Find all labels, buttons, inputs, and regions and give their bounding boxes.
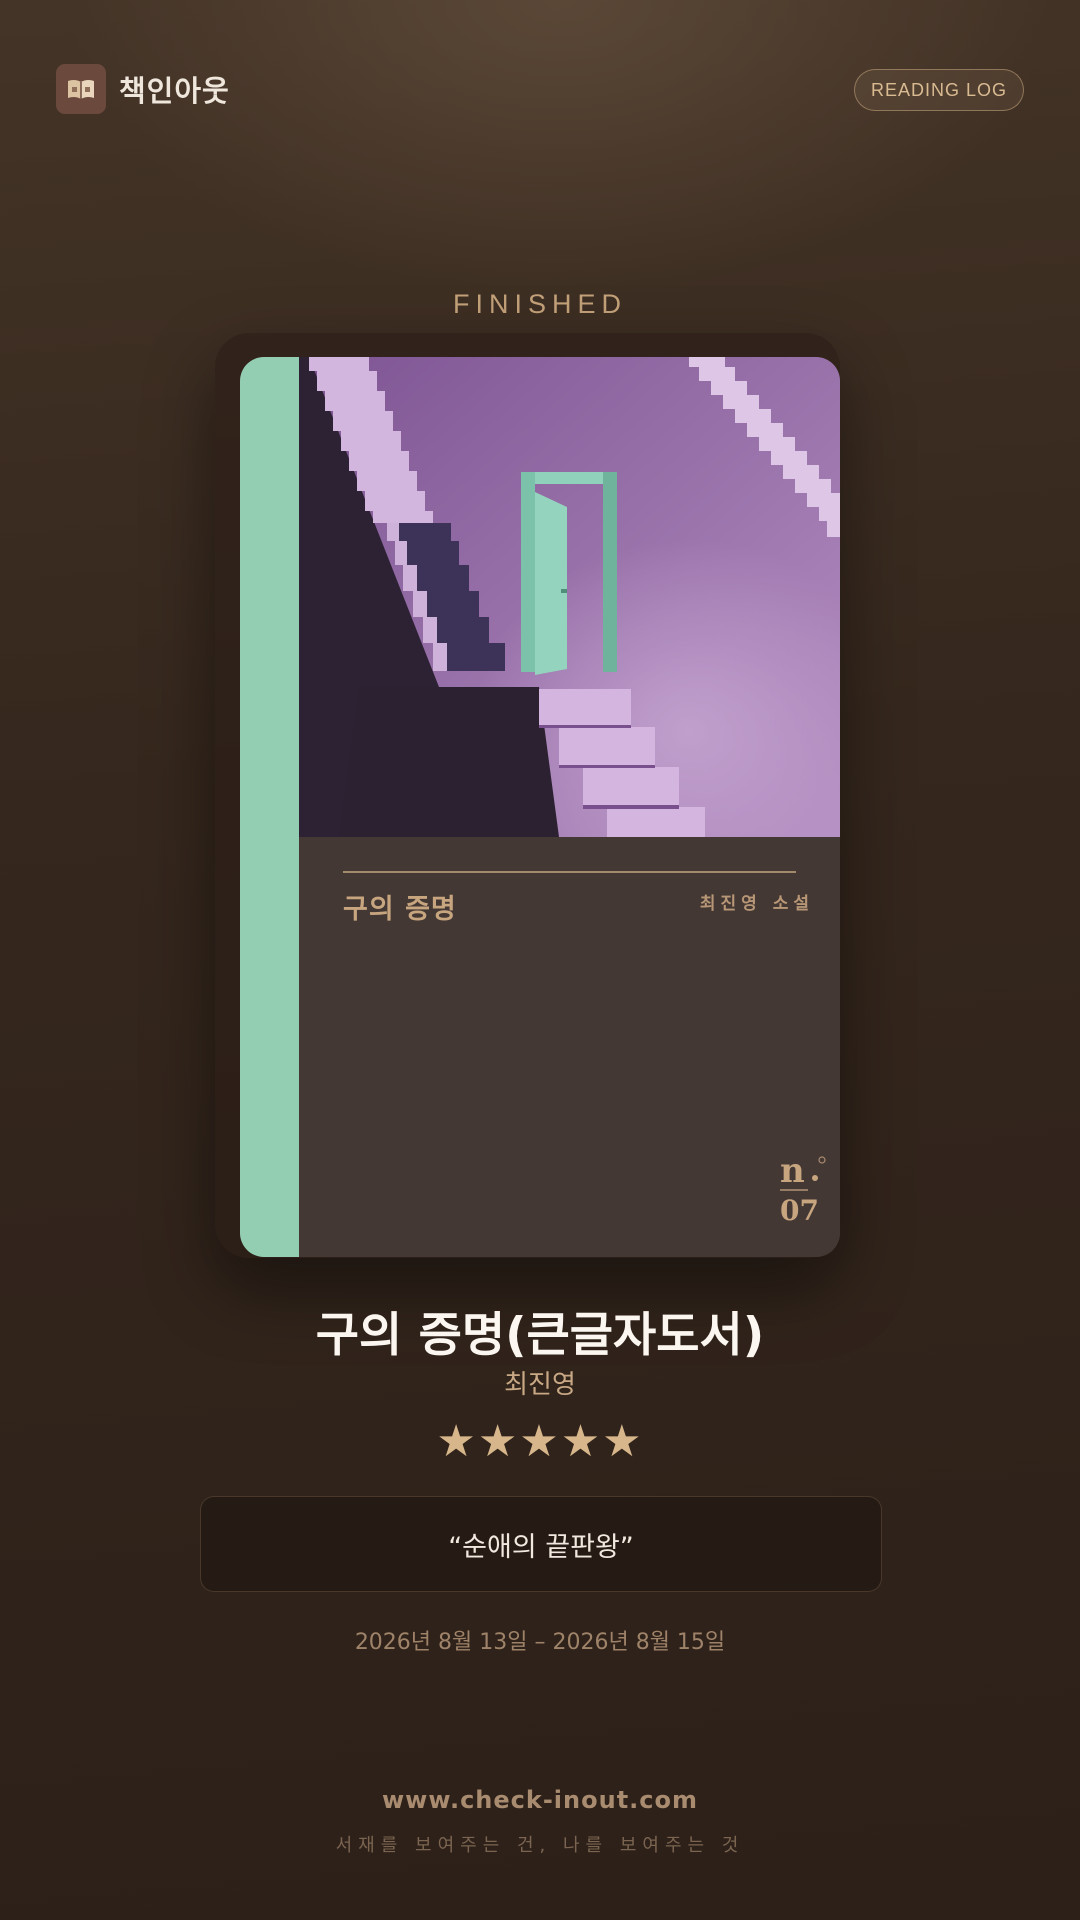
review-quote: “순애의 끝판왕” (448, 1531, 634, 1563)
brand-name: 책인아웃 (119, 74, 230, 108)
review-quote-box: “순애의 끝판왕” (200, 1496, 882, 1592)
cover-title: 구의 증명 (343, 894, 457, 925)
reading-log-button[interactable]: READING LOG (853, 69, 1024, 111)
tagline: 서재를 보여주는 건, 나를 보여주는 것 (335, 1835, 745, 1856)
site-url[interactable]: www.check-inout.com (0, 1786, 1080, 1814)
brand[interactable]: 책인아웃 (56, 64, 230, 114)
reading-dates: 2026년 8월 13일 – 2026년 8월 15일 (354, 1630, 726, 1655)
series-mark-logo: n 07 (780, 1152, 826, 1227)
book-author: 최진영 (504, 1370, 576, 1400)
cover-lower-panel: 구의 증명 최진영 소설 n 07 (299, 837, 840, 1257)
book-cover[interactable]: 구의 증명 최진영 소설 n 07 (240, 357, 840, 1257)
svg-text:n: n (780, 1152, 805, 1191)
rating-stars: ★★★★★ (436, 1416, 644, 1467)
cover-spine (240, 357, 299, 1257)
book-title: 구의 증명(큰글자도서) (315, 1308, 765, 1363)
svg-text:07: 07 (780, 1194, 819, 1227)
status-label: FINISHED (452, 289, 627, 319)
cover-illustration (299, 357, 840, 837)
cover-author: 최진영 소설 (699, 894, 814, 914)
cover-divider (343, 871, 796, 873)
open-book-icon (56, 64, 106, 114)
